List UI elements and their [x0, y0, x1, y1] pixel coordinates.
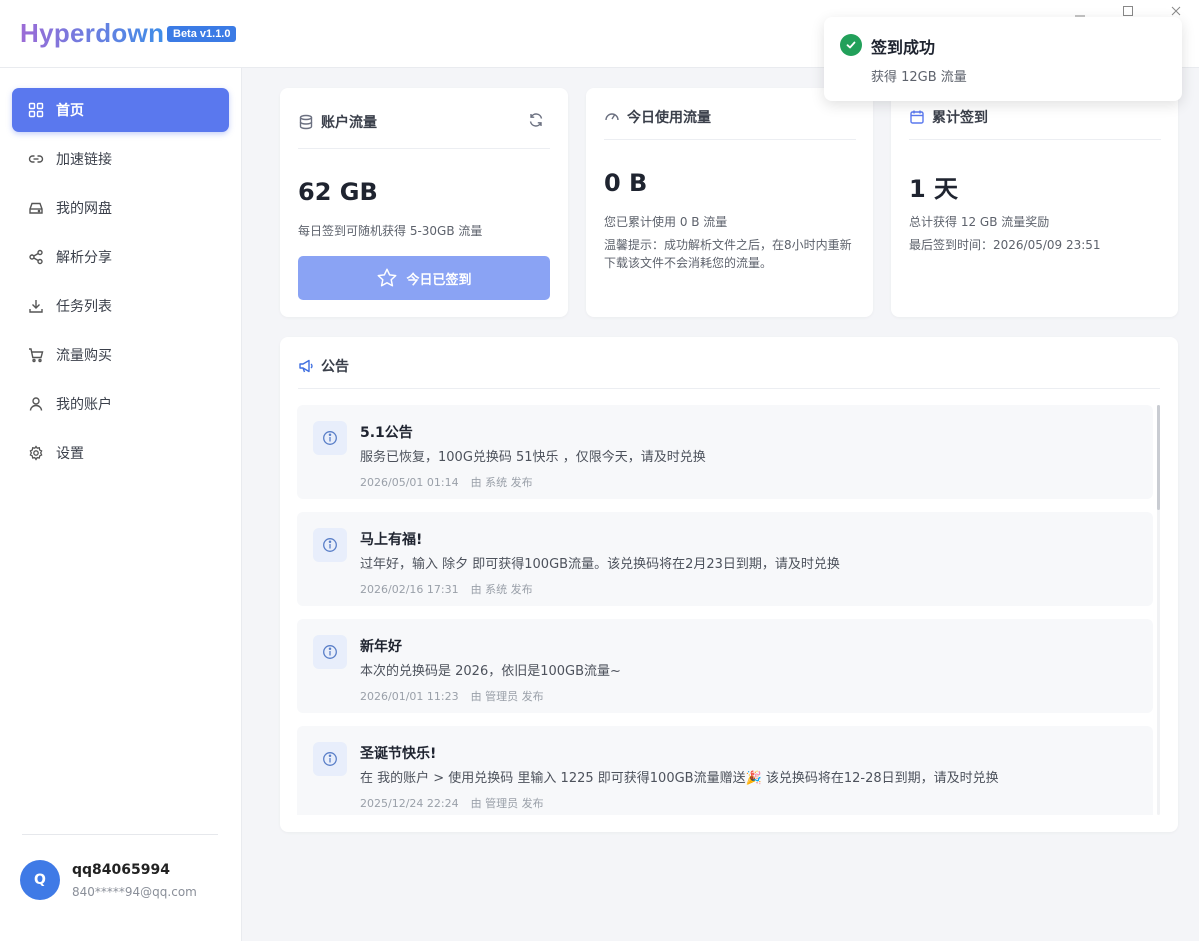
checkin-total-card: 累计签到 1 天 总计获得 12 GB 流量奖励 最后签到时间：2026/05/…	[891, 88, 1178, 317]
announcement-body: 在 我的账户 > 使用兑换码 里输入 1225 即可获得100GB流量赠送🎉 该…	[360, 771, 999, 786]
database-icon	[299, 114, 313, 130]
today-usage-line1: 您已累计使用 0 B 流量	[604, 215, 728, 229]
grid-icon	[28, 102, 44, 118]
gauge-icon	[605, 113, 619, 121]
sidebar-item-label: 我的网盘	[56, 201, 112, 217]
announcement-title: 圣诞节快乐!	[360, 746, 437, 762]
card-separator	[298, 388, 1160, 389]
share-icon	[28, 249, 44, 265]
maximize-icon[interactable]	[1121, 4, 1135, 18]
announcement-date: 2025/12/24 22:24	[360, 797, 459, 810]
announcement-date: 2026/01/01 11:23	[360, 690, 459, 703]
sidebar-item-task-list[interactable]: 任务列表	[12, 284, 229, 328]
announcement-item[interactable]: 马上有福! 过年好，输入 除夕 即可获得100GB流量。该兑换码将在2月23日到…	[297, 512, 1153, 606]
announcement-list[interactable]: 5.1公告 服务已恢复，100G兑换码 51快乐 ，仅限今天，请及时兑换 202…	[297, 405, 1153, 815]
account-traffic-card: 账户流量 62 GB 每日签到可随机获得 5-30GB 流量 今日已签到	[280, 88, 568, 317]
account-traffic-title: 账户流量	[298, 112, 377, 132]
announcement-meta: 2026/02/16 17:31 由 系统 发布	[360, 581, 533, 597]
scrollbar-thumb[interactable]	[1157, 405, 1160, 510]
sidebar-item-label: 解析分享	[56, 250, 112, 266]
announcement-author: 由 系统 发布	[470, 583, 533, 596]
check-circle-icon	[840, 34, 862, 56]
traffic-hint: 每日签到可随机获得 5-30GB 流量	[298, 224, 483, 238]
gear-icon	[28, 445, 44, 461]
sidebar-item-buy-traffic[interactable]: 流量购买	[12, 333, 229, 377]
announcement-item[interactable]: 5.1公告 服务已恢复，100G兑换码 51快乐 ，仅限今天，请及时兑换 202…	[297, 405, 1153, 499]
version-badge: Beta v1.1.0	[167, 26, 237, 42]
today-usage-tip-line1: 温馨提示：成功解析文件之后，在8小时内重新	[604, 238, 852, 252]
announcement-meta: 2026/01/01 11:23 由 管理员 发布	[360, 688, 544, 704]
avatar[interactable]: Q	[20, 860, 60, 900]
checkin-days-value: 1 天	[909, 175, 959, 203]
user-icon	[28, 396, 44, 412]
sidebar-divider	[22, 834, 218, 835]
announcement-title: 马上有福!	[360, 532, 423, 548]
megaphone-icon	[299, 359, 313, 373]
card-separator	[604, 139, 856, 140]
today-usage-tip-line2: 下载该文件不会消耗您的流量。	[604, 256, 773, 270]
sidebar-item-my-drive[interactable]: 我的网盘	[12, 186, 229, 230]
info-icon	[313, 635, 347, 669]
announcement-item[interactable]: 新年好 本次的兑换码是 2026，依旧是100GB流量~ 2026/01/01 …	[297, 619, 1153, 713]
sidebar: 首页 加速链接 我的网盘 解析分享 任务列表 流量购买 我的账户 设置 Q qq…	[0, 68, 242, 941]
announcement-item[interactable]: 圣诞节快乐! 在 我的账户 > 使用兑换码 里输入 1225 即可获得100GB…	[297, 726, 1153, 815]
announcement-title: 新年好	[360, 639, 402, 655]
toast-title: 签到成功	[871, 38, 936, 57]
star-icon	[378, 268, 397, 287]
checkin-total-title: 累计签到	[909, 107, 988, 127]
cart-icon	[28, 347, 44, 363]
announcements-title: 公告	[298, 356, 349, 376]
announcement-author: 由 管理员 发布	[470, 690, 544, 703]
info-icon	[313, 421, 347, 455]
announcement-meta: 2026/05/01 01:14 由 系统 发布	[360, 474, 533, 490]
user-name: qq84065994	[72, 862, 170, 878]
sidebar-item-label: 设置	[56, 446, 84, 462]
announcement-body: 服务已恢复，100G兑换码 51快乐 ，仅限今天，请及时兑换	[360, 450, 706, 465]
card-separator	[298, 148, 550, 149]
toast-message: 获得 12GB 流量	[871, 70, 967, 85]
traffic-value: 62 GB	[298, 178, 378, 206]
announcement-scrollbar[interactable]	[1157, 405, 1160, 815]
close-icon[interactable]	[1169, 4, 1183, 18]
sidebar-item-label: 我的账户	[56, 397, 112, 413]
sidebar-item-parse-share[interactable]: 解析分享	[12, 235, 229, 279]
window-controls	[1073, 4, 1183, 18]
announcement-author: 由 管理员 发布	[470, 797, 544, 810]
checkin-button[interactable]: 今日已签到	[298, 256, 550, 300]
app-logo: Hyperdown	[20, 18, 165, 48]
info-icon	[313, 742, 347, 776]
announcement-title: 5.1公告	[360, 425, 413, 441]
announcement-body: 本次的兑换码是 2026，依旧是100GB流量~	[360, 664, 621, 679]
sidebar-item-label: 任务列表	[56, 299, 112, 315]
announcement-date: 2026/05/01 01:14	[360, 476, 459, 489]
checkin-reward-total: 总计获得 12 GB 流量奖励	[909, 215, 1050, 229]
announcement-meta: 2025/12/24 22:24 由 管理员 发布	[360, 795, 544, 811]
minimize-icon[interactable]	[1073, 4, 1087, 18]
link-icon	[28, 151, 44, 167]
sidebar-item-accelerate-link[interactable]: 加速链接	[12, 137, 229, 181]
info-icon	[313, 528, 347, 562]
announcement-author: 由 系统 发布	[470, 476, 533, 489]
today-usage-value: 0 B	[604, 169, 648, 197]
last-checkin-time: 最后签到时间：2026/05/09 23:51	[909, 238, 1101, 252]
drive-icon	[28, 200, 44, 216]
announcements-card: 公告 5.1公告 服务已恢复，100G兑换码 51快乐 ，仅限今天，请及时兑换 …	[280, 337, 1178, 832]
sidebar-item-label: 首页	[56, 103, 84, 119]
success-toast: 签到成功 获得 12GB 流量	[824, 17, 1182, 101]
announcement-body: 过年好，输入 除夕 即可获得100GB流量。该兑换码将在2月23日到期，请及时兑…	[360, 557, 840, 572]
calendar-icon	[910, 110, 924, 124]
today-usage-title: 今日使用流量	[604, 107, 711, 127]
announcement-date: 2026/02/16 17:31	[360, 583, 459, 596]
download-icon	[28, 298, 44, 314]
card-separator	[909, 139, 1161, 140]
user-email: 840*****94@qq.com	[72, 885, 197, 899]
sidebar-item-label: 加速链接	[56, 152, 112, 168]
sidebar-item-settings[interactable]: 设置	[12, 431, 229, 475]
sidebar-item-home[interactable]: 首页	[12, 88, 229, 132]
sidebar-item-label: 流量购买	[56, 348, 112, 364]
sidebar-item-my-account[interactable]: 我的账户	[12, 382, 229, 426]
today-usage-card: 今日使用流量 0 B 您已累计使用 0 B 流量 温馨提示：成功解析文件之后，在…	[586, 88, 873, 317]
refresh-icon[interactable]	[528, 112, 544, 128]
